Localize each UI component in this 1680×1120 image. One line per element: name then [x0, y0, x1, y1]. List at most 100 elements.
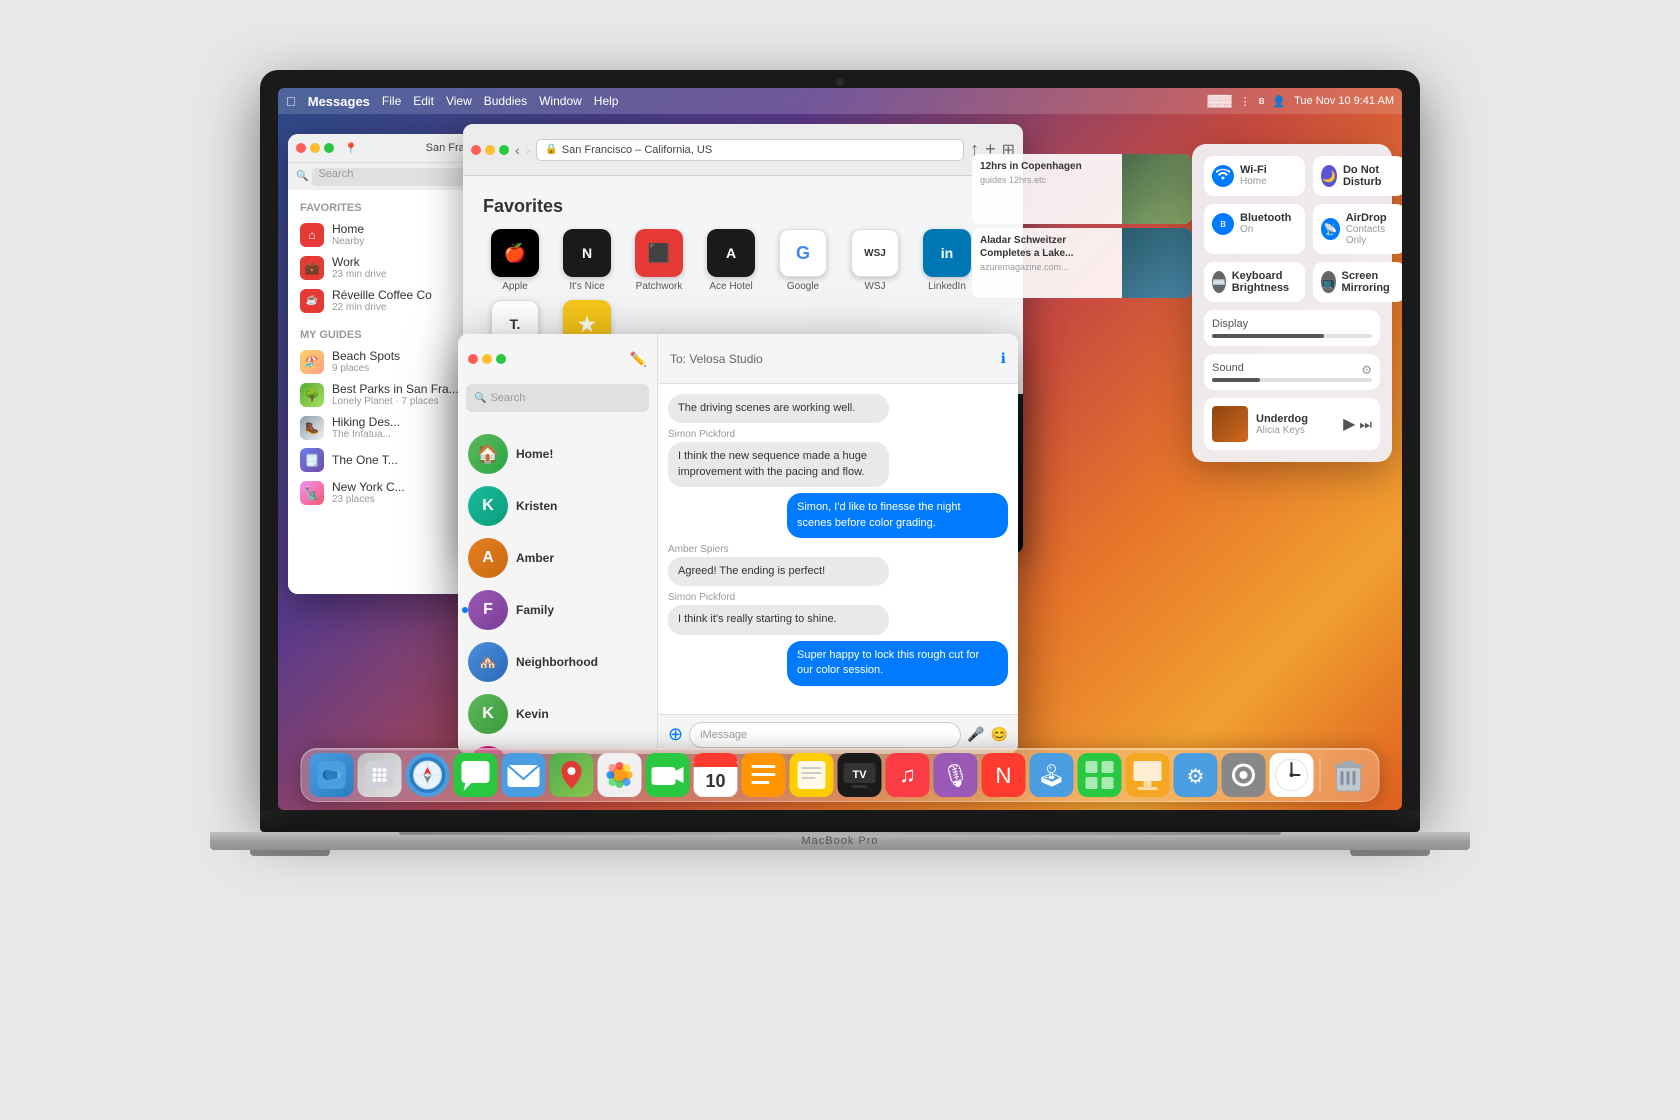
favorite-google[interactable]: G Google — [771, 229, 835, 292]
favorite-wsj[interactable]: WSJ WSJ — [843, 229, 907, 292]
safari-forward-icon[interactable]: › — [526, 142, 531, 158]
menubar-file[interactable]: File — [382, 94, 401, 108]
safari-url-bar[interactable]: 🔒 San Francisco – California, US — [536, 139, 964, 161]
conv-info-kristen: Kristen — [516, 499, 647, 513]
menubar-view[interactable]: View — [446, 94, 472, 108]
favorite-apple-label: Apple — [502, 281, 528, 292]
messages-search-bar[interactable]: 🔍 Search — [466, 384, 649, 412]
conv-item-amber[interactable]: A Amber — [458, 532, 657, 584]
conv-avatar-neighborhood: 🏘️ — [468, 642, 508, 682]
dock-notes[interactable] — [790, 753, 834, 797]
dock-system-prefs[interactable] — [1222, 753, 1266, 797]
dock-launchpad[interactable] — [358, 753, 402, 797]
safari-minimize[interactable] — [485, 145, 495, 155]
msg-bubble-incoming-2: I think the new sequence made a huge imp… — [668, 442, 889, 487]
maps-nyc-icon: 🗽 — [300, 481, 324, 505]
safari-toolbar: ‹ › 🔒 San Francisco – California, US ↑ +… — [471, 139, 1015, 161]
maps-coffee-icon: ☕ — [300, 289, 324, 313]
msg-item-3: Simon, I'd like to finesse the night sce… — [668, 493, 1008, 538]
cc-skip-icon[interactable]: ⏭ — [1359, 416, 1372, 433]
dock-safari[interactable] — [406, 753, 450, 797]
dock-trash[interactable] — [1327, 753, 1371, 797]
minimize-button[interactable] — [310, 143, 320, 153]
dock-reminders[interactable] — [742, 753, 786, 797]
cc-airdrop-tile[interactable]: 📡 AirDrop Contacts Only — [1313, 204, 1402, 254]
maps-hiking-icon: 🥾 — [300, 416, 324, 440]
dock-clock[interactable] — [1270, 753, 1314, 797]
conv-item-family[interactable]: F Family — [458, 584, 657, 636]
favorite-patchwork[interactable]: ⬛ Patchwork — [627, 229, 691, 292]
cc-sound-settings-icon[interactable]: ⚙ — [1361, 363, 1372, 377]
dock-arcade[interactable]: 🕹 — [1030, 753, 1074, 797]
cc-sound-label: Sound — [1212, 362, 1244, 374]
cc-wifi-tile[interactable]: Wi-Fi Home — [1204, 156, 1305, 196]
favorite-ace[interactable]: A Ace Hotel — [699, 229, 763, 292]
favorite-linkedin[interactable]: in LinkedIn — [915, 229, 979, 292]
favorite-wsj-label: WSJ — [864, 281, 885, 292]
messages-minimize[interactable] — [482, 354, 492, 364]
favorite-wsj-icon: WSJ — [851, 229, 899, 277]
apple-logo-icon[interactable]:  — [286, 94, 296, 109]
cc-music-controls: ▶ ⏭ — [1343, 414, 1372, 434]
messages-emoji-icon[interactable]: 😊 — [991, 726, 1008, 743]
dock-music[interactable]: ♫ — [886, 753, 930, 797]
messages-info-icon[interactable]: ℹ — [1001, 350, 1006, 367]
cc-bluetooth-tile[interactable]: ʙ Bluetooth On — [1204, 204, 1305, 254]
messages-compose-icon[interactable]: ✏️ — [630, 351, 647, 368]
cc-screen-mirroring-tile[interactable]: 📺 Screen Mirroring — [1313, 262, 1402, 302]
dock-mail[interactable] — [502, 753, 546, 797]
news-tile-2[interactable]: Aladar Schweitzer Completes a Lake... az… — [972, 228, 1192, 298]
conv-item-kevin[interactable]: K Kevin — [458, 688, 657, 740]
dock-numbers[interactable] — [1078, 753, 1122, 797]
svg-text:⚙: ⚙ — [1187, 766, 1205, 788]
messages-input-field[interactable]: iMessage — [689, 722, 961, 748]
cc-dnd-tile[interactable]: 🌙 Do Not Disturb — [1313, 156, 1402, 196]
dock-keynote[interactable] — [1126, 753, 1170, 797]
dock-podcasts[interactable]: 🎙 — [934, 753, 978, 797]
maps-search-icon: 🔍 — [296, 171, 308, 182]
favorite-nile[interactable]: N It's Nice — [555, 229, 619, 292]
cc-sound-slider[interactable] — [1212, 378, 1372, 382]
menubar-wifi-icon[interactable]: ⋮ — [1240, 95, 1251, 108]
favorite-apple[interactable]: 🍎 Apple — [483, 229, 547, 292]
dock-maps[interactable] — [550, 753, 594, 797]
safari-back-icon[interactable]: ‹ — [515, 142, 520, 158]
close-button[interactable] — [296, 143, 306, 153]
dock-photos[interactable] — [598, 753, 642, 797]
conv-item-neighborhood[interactable]: 🏘️ Neighborhood — [458, 636, 657, 688]
menubar-help[interactable]: Help — [594, 94, 619, 108]
news-tile-1[interactable]: 12hrs in Copenhagen guides 12hrs.etc — [972, 154, 1192, 224]
menubar-edit[interactable]: Edit — [413, 94, 434, 108]
cc-display-slider[interactable] — [1212, 334, 1372, 338]
messages-audio-icon[interactable]: 🎤 — [967, 726, 984, 743]
menubar-buddies[interactable]: Buddies — [484, 94, 527, 108]
dock-facetime[interactable] — [646, 753, 690, 797]
dock-tv[interactable]: TV — [838, 753, 882, 797]
dock-xcode[interactable]: ⚙ — [1174, 753, 1218, 797]
dock-finder[interactable] — [310, 753, 354, 797]
dock-news[interactable]: N — [982, 753, 1026, 797]
unread-dot — [462, 607, 468, 613]
cc-keyboard-tile[interactable]: ⌨️ Keyboard Brightness — [1204, 262, 1305, 302]
messages-maximize[interactable] — [496, 354, 506, 364]
cc-keyboard-header: ⌨️ Keyboard Brightness — [1212, 270, 1297, 294]
conv-item-home[interactable]: 🏠 Home! — [458, 428, 657, 480]
cc-play-icon[interactable]: ▶ — [1343, 414, 1355, 434]
menubar-user-icon[interactable]: 👤 — [1272, 95, 1286, 108]
control-center: Wi-Fi Home 🌙 Do Not Disturb — [1192, 144, 1392, 462]
conv-info-home: Home! — [516, 447, 647, 461]
messages-close[interactable] — [468, 354, 478, 364]
messages-window[interactable]: ✏️ 🔍 Search 🏠 — [458, 334, 1018, 754]
dock-messages[interactable] — [454, 753, 498, 797]
safari-close[interactable] — [471, 145, 481, 155]
maximize-button[interactable] — [324, 143, 334, 153]
msg-sender-4: Amber Spiers — [668, 544, 1008, 555]
macbook-container:  Messages File Edit View Buddies Window… — [240, 70, 1440, 1050]
conv-item-kristen[interactable]: K Kristen — [458, 480, 657, 532]
conv-info-family: Family — [516, 603, 647, 617]
messages-apps-icon[interactable]: ⊕ — [668, 724, 683, 745]
menubar-window[interactable]: Window — [539, 94, 582, 108]
safari-maximize[interactable] — [499, 145, 509, 155]
cc-bluetooth-header: ʙ Bluetooth On — [1212, 212, 1297, 235]
dock-calendar[interactable]: 10 — [694, 753, 738, 797]
